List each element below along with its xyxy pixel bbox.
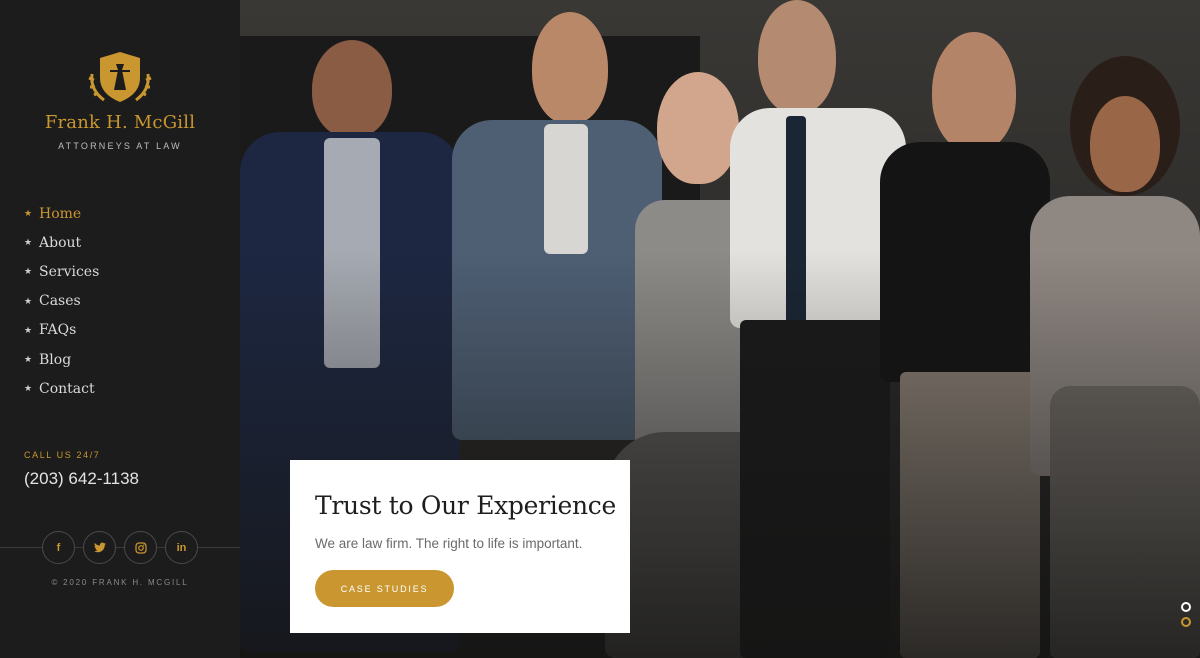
star-icon: ★: [24, 354, 33, 365]
twitter-icon[interactable]: [83, 531, 116, 564]
star-icon: ★: [24, 208, 33, 219]
copyright: © 2020 FRANK H. MCGILL: [51, 578, 189, 587]
nav-item-label: FAQs: [39, 322, 77, 339]
brand-name[interactable]: Frank H. McGill: [0, 112, 240, 133]
hero-card: Trust to Our Experience We are law firm.…: [290, 460, 630, 633]
star-icon: ★: [24, 237, 33, 248]
nav-item-label: Cases: [39, 293, 81, 310]
phone-number[interactable]: (203) 642-1138: [24, 469, 139, 489]
nav-item-label: Blog: [39, 351, 72, 368]
sidebar: Frank H. McGill ATTORNEYS AT LAW ★ Home …: [0, 0, 240, 658]
nav-item-label: Services: [39, 263, 100, 280]
logo-emblem-icon[interactable]: [86, 50, 154, 108]
slider-dot-1[interactable]: [1181, 602, 1191, 612]
slider-pagination: [1181, 602, 1191, 632]
star-icon: ★: [24, 383, 33, 394]
main-nav: ★ Home ★ About ★ Services ★ Cases ★ FAQs…: [24, 199, 99, 403]
instagram-icon[interactable]: [124, 531, 157, 564]
nav-item-faqs[interactable]: ★ FAQs: [24, 316, 99, 345]
call-label: CALL US 24/7: [24, 450, 101, 460]
nav-item-label: About: [39, 234, 82, 251]
hero-subtitle: We are law firm. The right to life is im…: [315, 536, 583, 551]
nav-item-label: Home: [39, 205, 82, 222]
nav-item-home[interactable]: ★ Home: [24, 199, 99, 228]
star-icon: ★: [24, 266, 33, 277]
slider-dot-2[interactable]: [1181, 617, 1191, 627]
hero-title: Trust to Our Experience: [315, 491, 616, 520]
social-links: f in: [42, 531, 198, 564]
linkedin-icon[interactable]: in: [165, 531, 198, 564]
nav-item-services[interactable]: ★ Services: [24, 257, 99, 286]
nav-item-about[interactable]: ★ About: [24, 228, 99, 257]
nav-item-cases[interactable]: ★ Cases: [24, 287, 99, 316]
nav-item-blog[interactable]: ★ Blog: [24, 345, 99, 374]
brand-subtitle: ATTORNEYS AT LAW: [58, 141, 182, 151]
case-studies-button[interactable]: CASE STUDIES: [315, 570, 454, 607]
facebook-icon[interactable]: f: [42, 531, 75, 564]
nav-item-contact[interactable]: ★ Contact: [24, 374, 99, 403]
star-icon: ★: [24, 324, 33, 335]
star-icon: ★: [24, 295, 33, 306]
nav-item-label: Contact: [39, 380, 95, 397]
